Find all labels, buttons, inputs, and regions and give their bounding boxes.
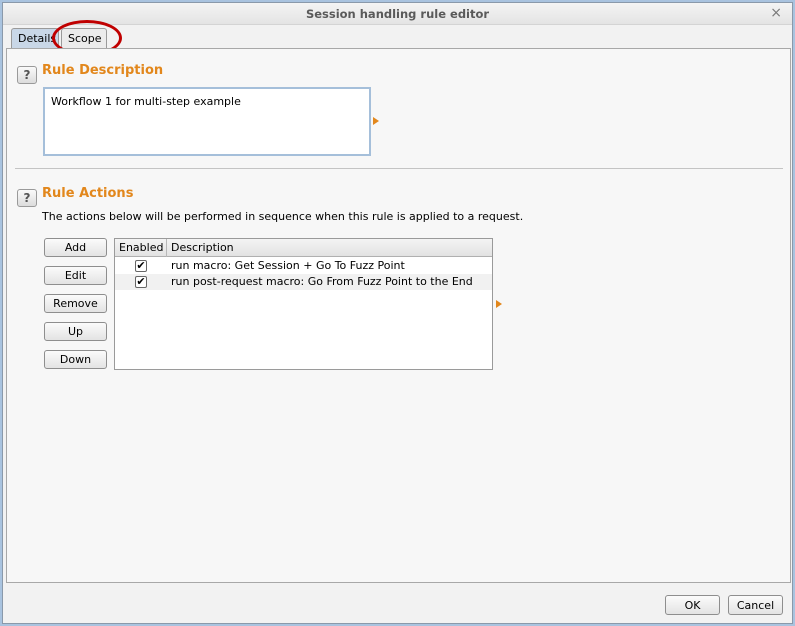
rule-actions-table[interactable]: Enabled Description ✔ run macro: Get Ses… bbox=[114, 238, 493, 370]
rule-actions-heading: Rule Actions bbox=[42, 186, 134, 201]
enabled-checkbox[interactable]: ✔ bbox=[135, 260, 147, 272]
column-header-enabled[interactable]: Enabled bbox=[119, 241, 163, 254]
up-button[interactable]: Up bbox=[44, 322, 107, 341]
rule-description-heading: Rule Description bbox=[42, 63, 164, 78]
rule-actions-info: The actions below will be performed in s… bbox=[42, 210, 524, 223]
rule-description-help-icon[interactable]: ? bbox=[17, 66, 37, 84]
down-button[interactable]: Down bbox=[44, 350, 107, 369]
title-bar[interactable]: Session handling rule editor × bbox=[3, 3, 792, 25]
tab-scope[interactable]: Scope bbox=[61, 28, 107, 49]
dialog-title: Session handling rule editor bbox=[305, 7, 490, 21]
table-row[interactable]: ✔ run macro: Get Session + Go To Fuzz Po… bbox=[115, 258, 492, 274]
add-button[interactable]: Add bbox=[44, 238, 107, 257]
tab-details[interactable]: Details bbox=[11, 28, 59, 49]
row-description: run macro: Get Session + Go To Fuzz Poin… bbox=[171, 259, 405, 272]
row-description: run post-request macro: Go From Fuzz Poi… bbox=[171, 275, 473, 288]
expand-arrow-icon[interactable] bbox=[496, 300, 502, 308]
column-header-description[interactable]: Description bbox=[171, 241, 234, 254]
ok-button[interactable]: OK bbox=[665, 595, 720, 615]
column-separator bbox=[166, 239, 167, 257]
table-header: Enabled Description bbox=[115, 239, 492, 257]
remove-button[interactable]: Remove bbox=[44, 294, 107, 313]
rule-description-input[interactable]: Workflow 1 for multi-step example bbox=[43, 87, 371, 156]
rule-actions-help-icon[interactable]: ? bbox=[17, 189, 37, 207]
enabled-checkbox[interactable]: ✔ bbox=[135, 276, 147, 288]
session-rule-editor-dialog: Session handling rule editor × Details S… bbox=[2, 2, 793, 624]
details-panel: ? Rule Description Workflow 1 for multi-… bbox=[6, 48, 791, 583]
cancel-button[interactable]: Cancel bbox=[728, 595, 783, 615]
close-icon[interactable]: × bbox=[770, 5, 782, 21]
edit-button[interactable]: Edit bbox=[44, 266, 107, 285]
section-divider bbox=[15, 168, 783, 169]
expand-arrow-icon[interactable] bbox=[373, 117, 379, 125]
table-row[interactable]: ✔ run post-request macro: Go From Fuzz P… bbox=[115, 274, 492, 290]
